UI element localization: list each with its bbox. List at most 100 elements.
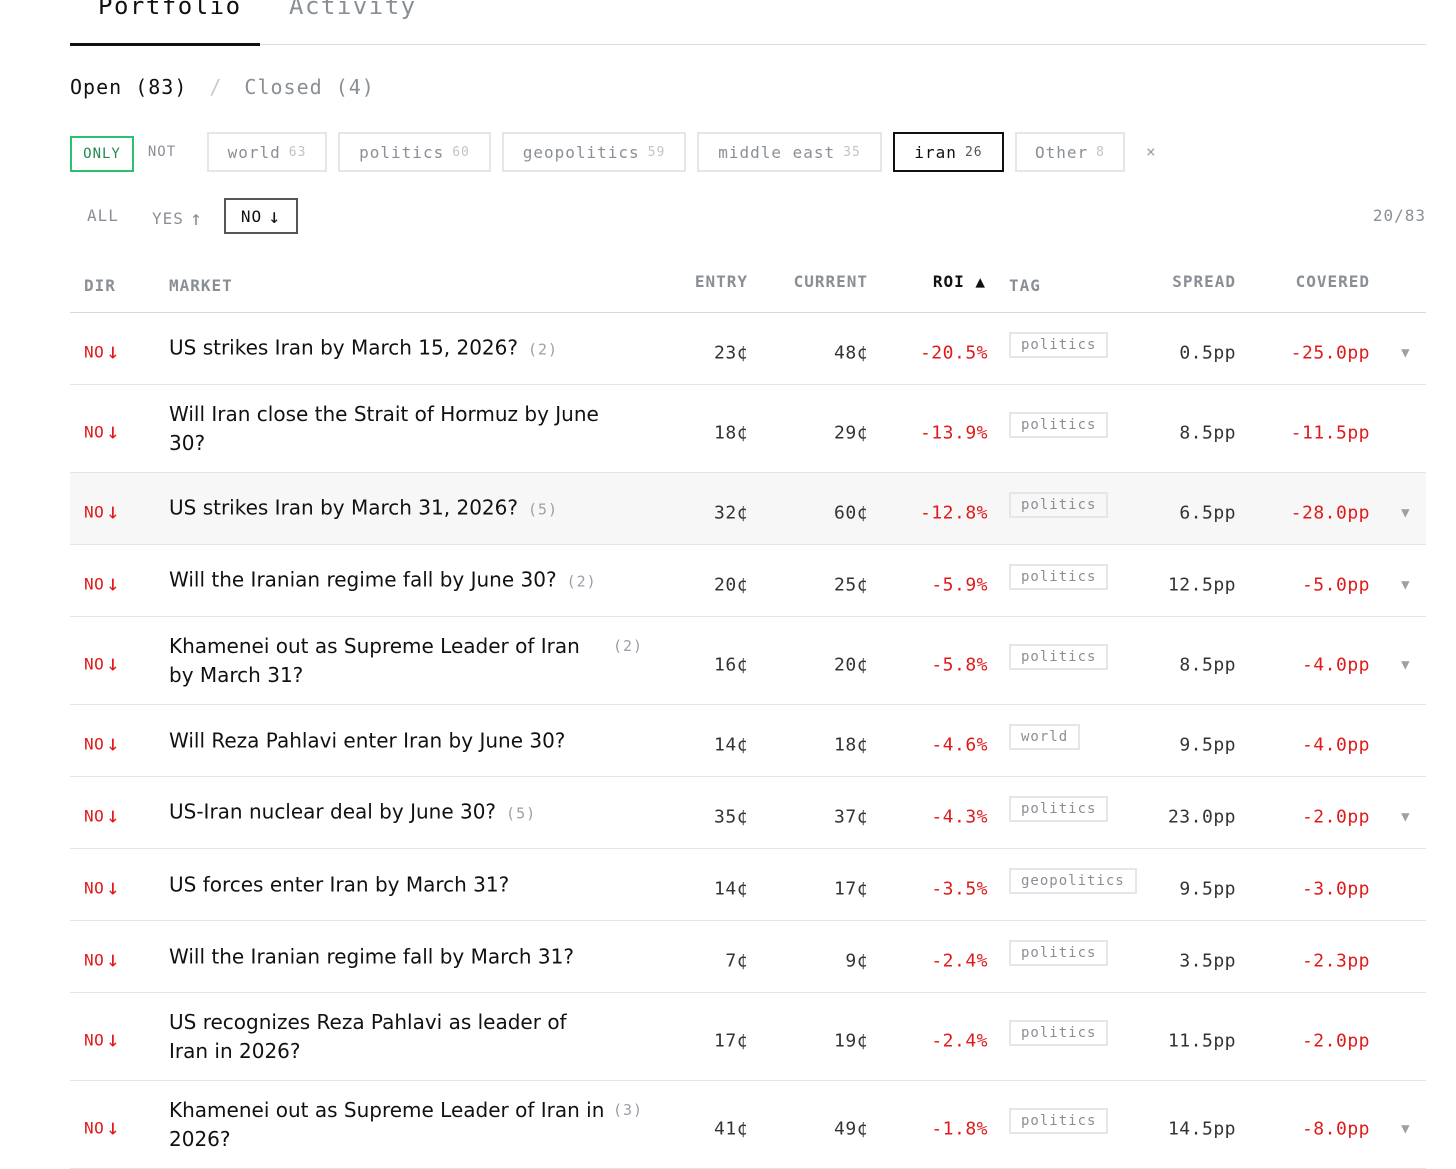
table-row[interactable]: NO ↓ Khamenei out as Supreme Leader of Ira…	[70, 617, 1426, 705]
entry-price: 35¢	[713, 806, 748, 827]
tab-activity[interactable]: Activity	[289, 0, 417, 20]
current-price: 19¢	[833, 1030, 868, 1051]
tag-chip-count: 60	[452, 144, 470, 160]
covered-value: -4.0pp	[1301, 734, 1370, 755]
spread-value: 9.5pp	[1179, 878, 1236, 899]
chevron-down-icon[interactable]: ▼	[1401, 577, 1410, 593]
tag-chip-other[interactable]: Other 8	[1015, 132, 1125, 172]
position-count: (3)	[613, 1100, 644, 1119]
direction-yes-button[interactable]: YES ↑	[152, 206, 203, 230]
market-cell[interactable]: US recognizes Reza Pahlavi as leader of …	[169, 1008, 609, 1066]
market-cell[interactable]: Khamenei out as Supreme Leader of Iran i…	[169, 1096, 609, 1154]
tag-chip-count: 8	[1096, 144, 1105, 160]
direction-badge: NO ↓	[84, 875, 120, 900]
roi-value: -12.8%	[919, 502, 988, 523]
market-cell[interactable]: Will the Iranian regime fall by June 30?…	[169, 565, 729, 596]
tag-chip-iran[interactable]: iran 26	[893, 132, 1004, 172]
market-cell[interactable]: US forces enter Iran by March 31?	[169, 870, 729, 899]
open-filter[interactable]: Open (83)	[70, 75, 187, 99]
tag-badge: politics	[1009, 411, 1109, 438]
tag-chip-label: iran	[914, 142, 957, 162]
market-cell[interactable]: Khamenei out as Supreme Leader of Iran b…	[169, 632, 609, 690]
tag-chip-geopolitics[interactable]: geopolitics 59	[502, 132, 686, 172]
market-cell[interactable]: Will Reza Pahlavi enter Iran by June 30?	[169, 726, 729, 755]
chevron-down-icon[interactable]: ▼	[1401, 345, 1410, 361]
entry-price: 18¢	[713, 422, 748, 443]
portfolio-page: Portfolio Activity Open (83) / Closed (4) …	[70, 0, 1426, 1169]
closed-filter[interactable]: Closed (4)	[244, 75, 374, 99]
table-row[interactable]: NO ↓ US recognizes Reza Pahlavi as leader …	[70, 993, 1426, 1081]
tag-chip-middle-east[interactable]: middle east 35	[697, 132, 882, 172]
current-price: 37¢	[833, 806, 868, 827]
entry-price: 23¢	[713, 342, 748, 363]
market-cell[interactable]: US-Iran nuclear deal by June 30? (5)	[169, 797, 729, 828]
column-roi-sorted[interactable]: ROI ▲	[933, 272, 986, 291]
column-market[interactable]: MARKET	[169, 276, 233, 295]
market-cell[interactable]: Will the Iranian regime fall by March 31…	[169, 942, 729, 971]
table-row[interactable]: NO ↓ Will the Iranian regime fall by June …	[70, 545, 1426, 617]
spread-value: 12.5pp	[1167, 574, 1236, 595]
covered-value: -2.3pp	[1301, 950, 1370, 971]
direction-label: NO	[84, 422, 105, 441]
current-price: 20¢	[833, 654, 868, 675]
chevron-down-icon[interactable]: ▼	[1401, 505, 1410, 521]
tag-chip-world[interactable]: world 63	[207, 132, 327, 172]
covered-value: -28.0pp	[1290, 502, 1370, 523]
spread-value: 0.5pp	[1179, 342, 1236, 363]
market-title: Will the Iranian regime fall by March 31…	[169, 944, 574, 968]
direction-all-button[interactable]: ALL	[87, 206, 119, 225]
column-dir[interactable]: DIR	[84, 276, 116, 295]
roi-value: -4.3%	[931, 806, 988, 827]
market-cell[interactable]: Will Iran close the Strait of Hormuz by …	[169, 400, 609, 458]
market-cell[interactable]: US strikes Iran by March 15, 2026? (2)	[169, 333, 729, 364]
spread-value: 3.5pp	[1179, 950, 1236, 971]
direction-label: NO	[84, 1118, 105, 1137]
market-title: Khamenei out as Supreme Leader of Iran b…	[169, 633, 580, 687]
direction-badge: NO ↓	[84, 419, 120, 444]
direction-no-button[interactable]: NO ↓	[224, 198, 298, 234]
market-title: Will Iran close the Strait of Hormuz by …	[169, 401, 599, 455]
roi-value: -3.5%	[931, 878, 988, 899]
chevron-down-icon[interactable]: ▼	[1401, 1121, 1410, 1137]
table-row[interactable]: NO ↓ Will Reza Pahlavi enter Iran by June …	[70, 705, 1426, 777]
table-row[interactable]: NO ↓ US forces enter Iran by March 31? 14¢ 1…	[70, 849, 1426, 921]
spread-value: 11.5pp	[1167, 1030, 1236, 1051]
market-cell[interactable]: US strikes Iran by March 31, 2026? (5)	[169, 493, 729, 524]
arrow-down-icon: ↓	[106, 1027, 121, 1052]
tag-badge: politics	[1009, 939, 1109, 966]
column-covered[interactable]: COVERED	[1296, 272, 1370, 291]
covered-value: -11.5pp	[1290, 422, 1370, 443]
clear-filters-icon[interactable]: ×	[1146, 142, 1156, 161]
table-row[interactable]: NO ↓ Will the Iranian regime fall by March…	[70, 921, 1426, 993]
only-mode-button[interactable]: ONLY	[70, 136, 134, 172]
direction-label: NO	[84, 654, 105, 673]
active-tab-underline	[70, 43, 260, 46]
arrow-down-icon: ↓	[106, 651, 121, 676]
not-mode-button[interactable]: NOT	[132, 136, 192, 168]
chevron-down-icon[interactable]: ▼	[1401, 809, 1410, 825]
table-row[interactable]: NO ↓ US-Iran nuclear deal by June 30? (5) 35…	[70, 777, 1426, 849]
column-spread[interactable]: SPREAD	[1172, 272, 1236, 291]
direction-yes-label: YES	[152, 208, 184, 228]
direction-no-label: NO	[240, 206, 263, 226]
tab-portfolio[interactable]: Portfolio	[98, 0, 242, 20]
tag-chip-politics[interactable]: politics 60	[338, 132, 491, 172]
table-row[interactable]: NO ↓ Khamenei out as Supreme Leader of Ira…	[70, 1081, 1426, 1169]
arrow-up-icon: ↑	[189, 206, 203, 230]
market-title: US-Iran nuclear deal by June 30?	[169, 799, 497, 823]
column-tag[interactable]: TAG	[1009, 276, 1041, 295]
position-count: (2)	[613, 636, 644, 655]
column-entry[interactable]: ENTRY	[695, 272, 748, 291]
roi-value: -1.8%	[931, 1118, 988, 1139]
table-row[interactable]: NO ↓ US strikes Iran by March 31, 2026? (5)…	[70, 473, 1426, 545]
market-title: Will Reza Pahlavi enter Iran by June 30?	[169, 728, 566, 752]
arrow-down-icon: ↓	[106, 947, 121, 972]
direction-filter: ALL YES ↑ NO ↓ 20/83	[70, 198, 1426, 236]
chevron-down-icon[interactable]: ▼	[1401, 657, 1410, 673]
table-row[interactable]: NO ↓ Will Iran close the Strait of Hormuz …	[70, 385, 1426, 473]
table-row[interactable]: NO ↓ US strikes Iran by March 15, 2026? (2)…	[70, 313, 1426, 385]
roi-value: -5.8%	[931, 654, 988, 675]
tag-badge: politics	[1009, 1107, 1109, 1134]
column-current[interactable]: CURRENT	[794, 272, 868, 291]
tag-chip-label: middle east	[718, 142, 836, 162]
